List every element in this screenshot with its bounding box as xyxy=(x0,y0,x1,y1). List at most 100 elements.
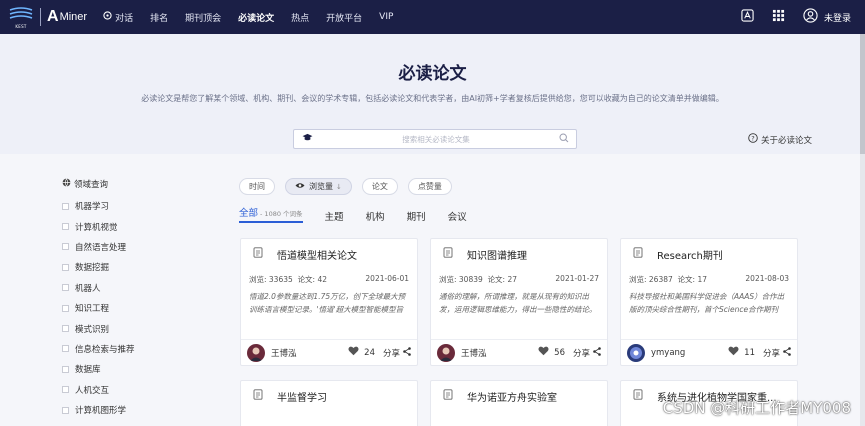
sidebar-item-data-mining[interactable]: 数据挖掘 xyxy=(62,257,172,277)
brand[interactable]: KEST A Miner xyxy=(8,0,87,34)
share-button[interactable]: 分享 xyxy=(573,346,601,359)
checkbox[interactable] xyxy=(62,325,69,333)
tab-institution[interactable]: 机构 xyxy=(366,209,385,223)
document-icon xyxy=(253,247,263,261)
card-title[interactable]: 知识图谱推理 xyxy=(467,247,527,262)
checkbox[interactable] xyxy=(62,345,69,353)
filter-papers[interactable]: 论文 xyxy=(361,178,398,195)
heart-icon xyxy=(538,346,549,359)
search-icon[interactable] xyxy=(559,132,569,146)
collection-card[interactable]: 半监督学习 xyxy=(240,380,418,426)
checkbox[interactable] xyxy=(62,406,69,414)
avatar[interactable] xyxy=(627,343,645,362)
share-label: 分享 xyxy=(382,348,400,359)
checkbox[interactable] xyxy=(62,284,69,292)
nav-item-ranking[interactable]: 排名 xyxy=(150,11,168,24)
tab-journal[interactable]: 期刊 xyxy=(407,209,426,223)
card-title[interactable]: 半监督学习 xyxy=(277,389,327,404)
page-title: 必读论文 xyxy=(398,64,467,84)
translate-button[interactable] xyxy=(741,9,754,25)
sidebar-item-computer-graphics[interactable]: 计算机图形学 xyxy=(62,400,172,420)
top-navigation-bar: KEST A Miner 对话 排名 期刊顶会 必读论文 热点 开放平台 VIP xyxy=(0,0,865,34)
filter-time-label: 时间 xyxy=(249,182,265,191)
aminer-logo: A Miner xyxy=(47,8,87,26)
sidebar-item-nlp[interactable]: 自然语言处理 xyxy=(62,237,172,257)
collection-card[interactable]: 华为诺亚方舟实验室 xyxy=(430,380,608,426)
share-button[interactable]: 分享 xyxy=(763,346,791,359)
card-header: 半监督学习 xyxy=(241,381,417,411)
scrollbar-thumb[interactable] xyxy=(860,34,865,154)
sidebar-item-computer-vision[interactable]: 计算机视觉 xyxy=(62,216,172,236)
tab-all-label: 全部 xyxy=(239,208,259,219)
sidebar-item-information-retrieval[interactable]: 信息检索与推荐 xyxy=(62,339,172,359)
card-author[interactable]: ymyang xyxy=(651,348,728,358)
checkbox[interactable] xyxy=(62,304,69,312)
nav-item-journals[interactable]: 期刊顶会 xyxy=(185,11,221,24)
nav-item-hot[interactable]: 热点 xyxy=(291,11,309,24)
checkbox[interactable] xyxy=(62,386,69,394)
heart-icon xyxy=(348,346,359,359)
card-description: 科技导报社和美国科学促进会（AAAS）合作出版的顶尖综合性期刊，首个Scienc… xyxy=(629,292,785,314)
like-button[interactable]: 24 xyxy=(348,346,375,359)
checkbox[interactable] xyxy=(62,223,69,231)
card-title[interactable]: 悟道模型相关论文 xyxy=(277,247,357,262)
search-input[interactable] xyxy=(313,134,559,144)
checkbox[interactable] xyxy=(62,263,69,271)
apps-grid-button[interactable] xyxy=(772,9,785,25)
nav-item-vip[interactable]: VIP xyxy=(379,12,393,22)
sidebar-item-robotics[interactable]: 机器人 xyxy=(62,278,172,298)
checkbox[interactable] xyxy=(62,365,69,373)
share-button[interactable]: 分享 xyxy=(382,346,411,359)
like-button[interactable]: 56 xyxy=(538,346,565,359)
login-status[interactable]: 未登录 xyxy=(824,11,851,24)
sidebar-item-label: 信息检索与推荐 xyxy=(75,344,135,355)
card-author[interactable]: 王博泓 xyxy=(271,347,348,359)
question-circle-icon: ? xyxy=(748,133,758,146)
tab-conference[interactable]: 会议 xyxy=(448,209,467,223)
card-title[interactable]: Research期刊 xyxy=(657,247,723,262)
about-must-read-link[interactable]: ? 关于必读论文 xyxy=(748,133,812,146)
card-header: 悟道模型相关论文 xyxy=(241,239,417,269)
like-count: 11 xyxy=(744,347,755,358)
avatar[interactable] xyxy=(247,343,265,362)
chat-bubble-icon xyxy=(103,11,112,23)
sidebar-item-label: 数据挖掘 xyxy=(75,263,110,274)
search-box[interactable] xyxy=(293,129,577,149)
checkbox[interactable] xyxy=(62,243,69,251)
nav-item-open-platform-label: 开放平台 xyxy=(326,13,363,24)
sidebar-item-pattern-recognition[interactable]: 模式识别 xyxy=(62,318,172,338)
sidebar-item-label: 模式识别 xyxy=(75,324,110,335)
nav-item-must-read-papers[interactable]: 必读论文 xyxy=(238,11,274,24)
user-account-button[interactable]: 未登录 xyxy=(803,8,851,26)
sidebar-item-knowledge-engineering[interactable]: 知识工程 xyxy=(62,298,172,318)
filter-time[interactable]: 时间 xyxy=(239,178,275,195)
card-footer: 王博泓 24 分享 xyxy=(241,339,417,365)
nav-item-hot-label: 热点 xyxy=(291,13,310,24)
nav-item-open-platform[interactable]: 开放平台 xyxy=(326,11,362,24)
filter-likes[interactable]: 点赞量 xyxy=(407,178,452,195)
sidebar-item-hci[interactable]: 人机交互 xyxy=(62,380,172,400)
card-title[interactable]: 华为诺亚方舟实验室 xyxy=(467,389,557,404)
card-author[interactable]: 王博泓 xyxy=(461,347,538,359)
checkbox[interactable] xyxy=(62,202,69,210)
like-button[interactable]: 11 xyxy=(728,346,755,359)
tab-topic[interactable]: 主题 xyxy=(325,209,344,223)
collection-card[interactable]: 知识图谱推理 浏览: 30839 论文: 27 2021-01-27 通俗的理解… xyxy=(430,238,608,366)
translate-icon xyxy=(741,9,754,25)
tab-all[interactable]: 全部 - 1080 个词条 xyxy=(239,205,303,223)
heart-icon xyxy=(728,346,739,359)
sidebar-item-label: 数据库 xyxy=(75,365,101,376)
nav-item-chat[interactable]: 对话 xyxy=(103,11,133,24)
sidebar-item-machine-learning[interactable]: 机器学习 xyxy=(62,196,172,216)
sidebar-item-database[interactable]: 数据库 xyxy=(62,359,172,379)
collection-card[interactable]: Research期刊 浏览: 26387 论文: 17 2021-08-03 科… xyxy=(620,238,798,366)
nav-item-journals-label: 期刊顶会 xyxy=(185,13,222,24)
avatar[interactable] xyxy=(437,343,455,362)
hero-section: 必读论文 必读论文是帮您了解某个领域、机构、期刊、会议的学术专辑，包括必读论文和… xyxy=(0,34,865,154)
sidebar-item-label: 知识工程 xyxy=(75,304,110,315)
page-scrollbar[interactable] xyxy=(860,34,865,426)
nav-item-vip-label: VIP xyxy=(379,12,394,22)
collection-card[interactable]: 悟道模型相关论文 浏览: 33635 论文: 42 2021-06-01 悟道2… xyxy=(240,238,418,366)
filter-views[interactable]: 浏览量 ↓ xyxy=(285,178,352,195)
sidebar-item-label: 自然语言处理 xyxy=(75,242,127,253)
